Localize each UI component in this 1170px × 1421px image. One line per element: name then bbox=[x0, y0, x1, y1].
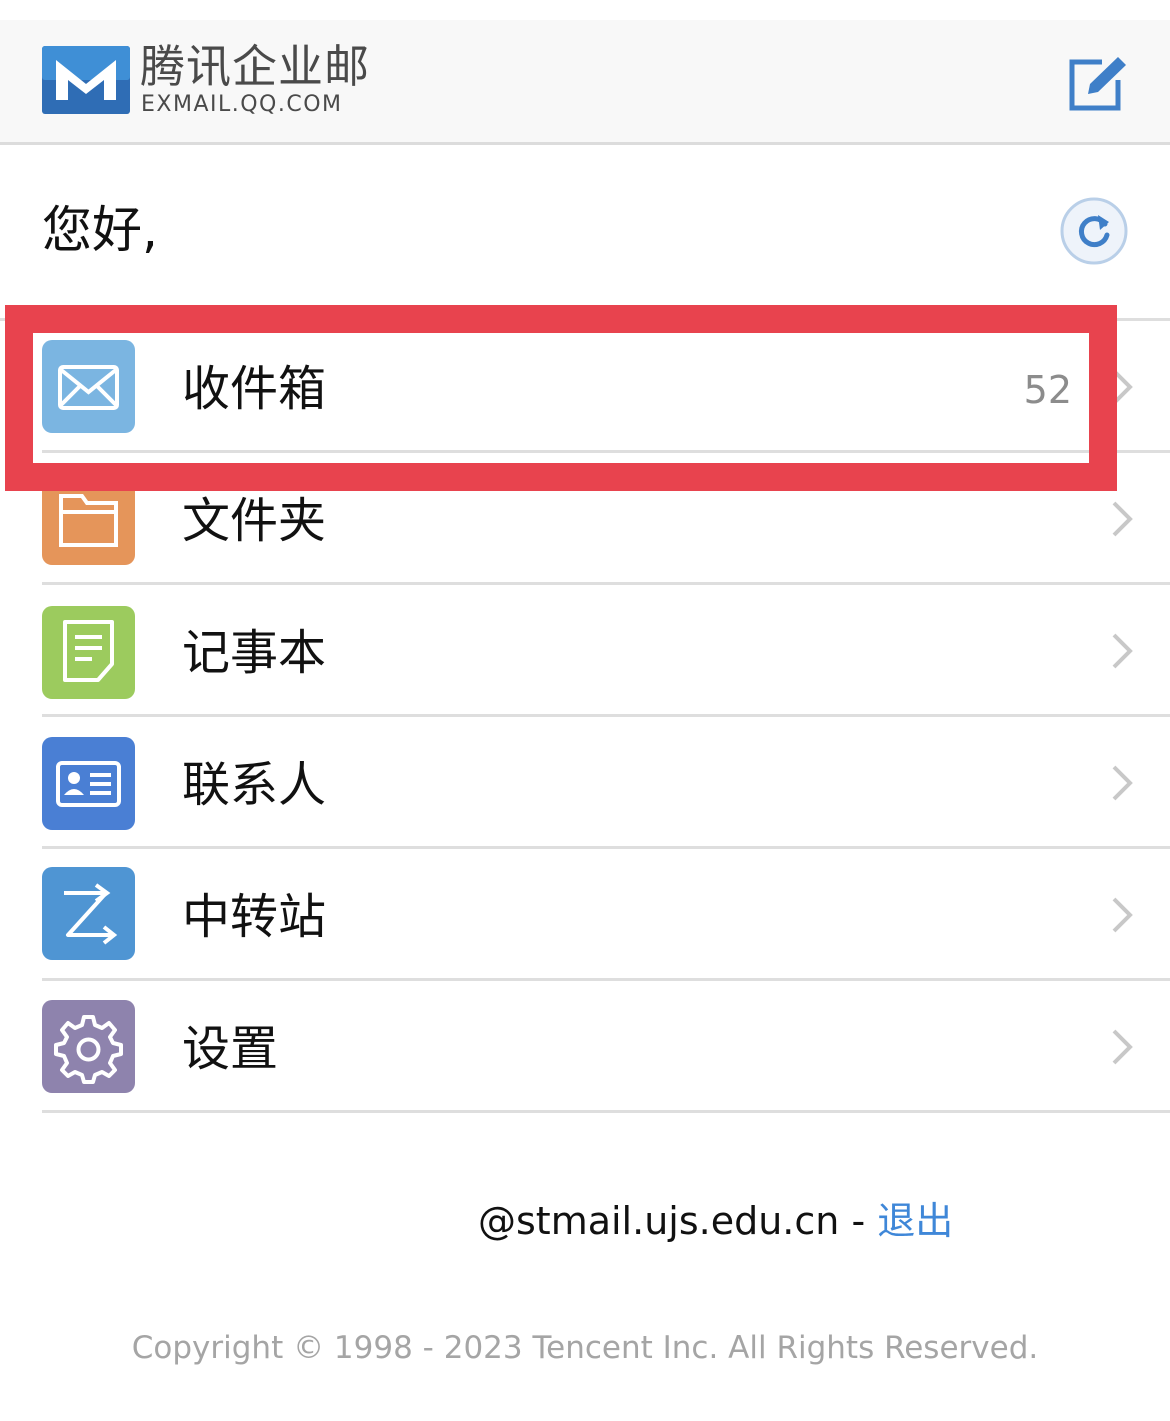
chevron-right-icon bbox=[1112, 765, 1133, 801]
menu-divider bbox=[42, 582, 1170, 585]
menu-divider bbox=[42, 1110, 1170, 1113]
menu-divider bbox=[42, 978, 1170, 981]
account-email: @stmail.ujs.edu.cn bbox=[478, 1199, 840, 1243]
menu-label-folders: 文件夹 bbox=[182, 493, 327, 549]
chevron-right-icon bbox=[1112, 369, 1133, 405]
account-separator: - bbox=[839, 1199, 878, 1243]
chevron-right-icon bbox=[1112, 633, 1133, 669]
logo-title-en: EXMAIL.QQ.COM bbox=[141, 92, 343, 117]
transfer-icon bbox=[42, 867, 135, 960]
logo-title-cn: 腾讯企业邮 bbox=[140, 40, 371, 93]
menu-item-notes[interactable]: 记事本 bbox=[0, 587, 1170, 717]
exmail-logo-icon bbox=[42, 46, 130, 114]
account-line: @stmail.ujs.edu.cn - 退出 bbox=[478, 1195, 953, 1247]
menu-item-contacts[interactable]: 联系人 bbox=[0, 719, 1170, 849]
menu-item-folders[interactable]: 文件夹 bbox=[0, 455, 1170, 585]
menu-label-transfer: 中转站 bbox=[182, 889, 327, 945]
menu-label-notes: 记事本 bbox=[182, 625, 327, 681]
note-icon bbox=[42, 606, 135, 699]
menu-item-settings[interactable]: 设置 bbox=[0, 983, 1170, 1113]
inbox-unread-count: 52 bbox=[1023, 368, 1072, 412]
chevron-right-icon bbox=[1112, 501, 1133, 537]
greeting-divider bbox=[0, 318, 1170, 321]
copyright-text: Copyright © 1998 - 2023 Tencent Inc. All… bbox=[131, 1330, 1039, 1366]
compose-edit-icon[interactable] bbox=[1066, 54, 1128, 112]
gear-icon bbox=[42, 1000, 135, 1093]
chevron-right-icon bbox=[1112, 1029, 1133, 1065]
menu-label-contacts: 联系人 bbox=[182, 757, 327, 813]
menu-divider bbox=[42, 846, 1170, 849]
refresh-icon[interactable] bbox=[1060, 197, 1128, 265]
menu-item-transfer[interactable]: 中转站 bbox=[0, 851, 1170, 981]
chevron-right-icon bbox=[1112, 897, 1133, 933]
menu-item-inbox[interactable]: 收件箱 52 bbox=[0, 323, 1170, 453]
menu-divider bbox=[42, 714, 1170, 717]
menu-label-inbox: 收件箱 bbox=[182, 361, 327, 417]
greeting-text: 您好, bbox=[42, 201, 158, 259]
app-page: 腾讯企业邮 EXMAIL.QQ.COM 您好, 收件箱 52 文件夹 记事本 联… bbox=[0, 0, 1170, 1421]
folder-icon bbox=[42, 472, 135, 565]
logout-link[interactable]: 退出 bbox=[877, 1199, 953, 1243]
menu-divider bbox=[42, 450, 1170, 453]
contact-card-icon bbox=[42, 737, 135, 830]
envelope-icon bbox=[42, 340, 135, 433]
menu-label-settings: 设置 bbox=[182, 1021, 279, 1077]
top-header: 腾讯企业邮 EXMAIL.QQ.COM bbox=[0, 20, 1170, 145]
